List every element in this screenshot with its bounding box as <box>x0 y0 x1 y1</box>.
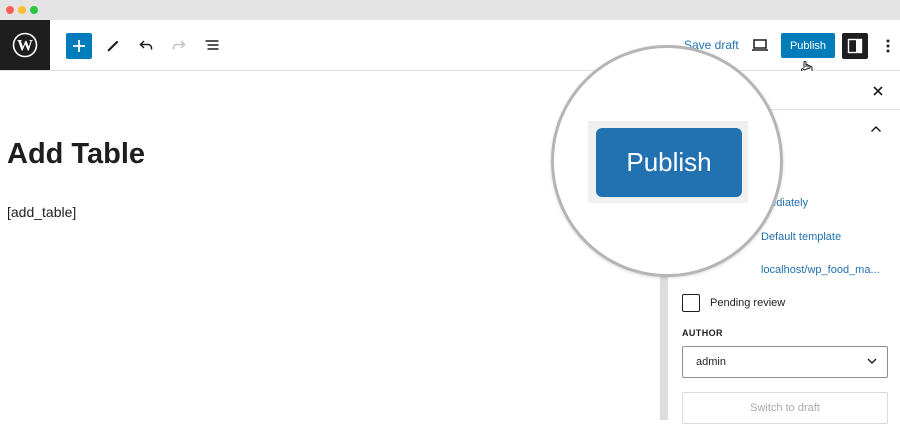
list-view-icon <box>205 40 219 50</box>
settings-button[interactable] <box>842 33 868 59</box>
chevron-down-icon <box>865 354 879 368</box>
pending-review-checkbox[interactable] <box>682 294 700 312</box>
pencil-icon <box>107 40 119 52</box>
template-value[interactable]: Default template <box>761 231 841 243</box>
pending-review-option[interactable]: Pending review <box>682 294 785 312</box>
more-options-icon <box>886 39 890 53</box>
author-value: admin <box>696 356 726 368</box>
author-label: AUTHOR <box>682 328 723 338</box>
close-window-button[interactable] <box>6 6 14 14</box>
summary-panel-toggle[interactable] <box>866 119 886 139</box>
editor-toolbar: W Save draft Publish <box>0 20 900 71</box>
editor-scrollbar[interactable] <box>660 275 667 420</box>
magnified-publish-button: Publish <box>596 128 742 197</box>
maximize-window-button[interactable] <box>30 6 38 14</box>
minimize-window-button[interactable] <box>18 6 26 14</box>
author-select[interactable]: admin <box>682 346 888 378</box>
url-value[interactable]: localhost/wp_food_ma... <box>761 264 880 276</box>
desktop-preview-icon <box>752 39 768 51</box>
redo-button[interactable] <box>167 33 191 57</box>
undo-icon <box>139 40 153 50</box>
shortcode-block[interactable]: [add_table] <box>7 204 76 220</box>
preview-button[interactable] <box>748 33 772 57</box>
publish-button[interactable]: Publish <box>781 33 835 58</box>
sidebar-toggle-icon <box>847 38 863 54</box>
tools-button[interactable] <box>101 33 125 57</box>
close-icon <box>873 86 883 96</box>
plus-icon <box>73 40 85 52</box>
pending-review-label: Pending review <box>710 297 786 309</box>
post-title[interactable]: Add Table <box>7 138 145 171</box>
chevron-up-icon <box>870 125 882 133</box>
close-sidebar-button[interactable] <box>868 81 888 101</box>
magnifier-overlay: Publish <box>551 45 783 277</box>
redo-icon <box>172 40 186 50</box>
options-button[interactable] <box>878 34 898 58</box>
undo-button[interactable] <box>134 33 158 57</box>
wordpress-icon[interactable]: W <box>0 20 50 70</box>
add-block-button[interactable] <box>66 33 92 59</box>
svg-text:W: W <box>17 38 33 55</box>
switch-to-draft-button[interactable]: Switch to draft <box>682 392 888 424</box>
window-titlebar <box>0 0 900 20</box>
document-overview-button[interactable] <box>200 33 224 57</box>
